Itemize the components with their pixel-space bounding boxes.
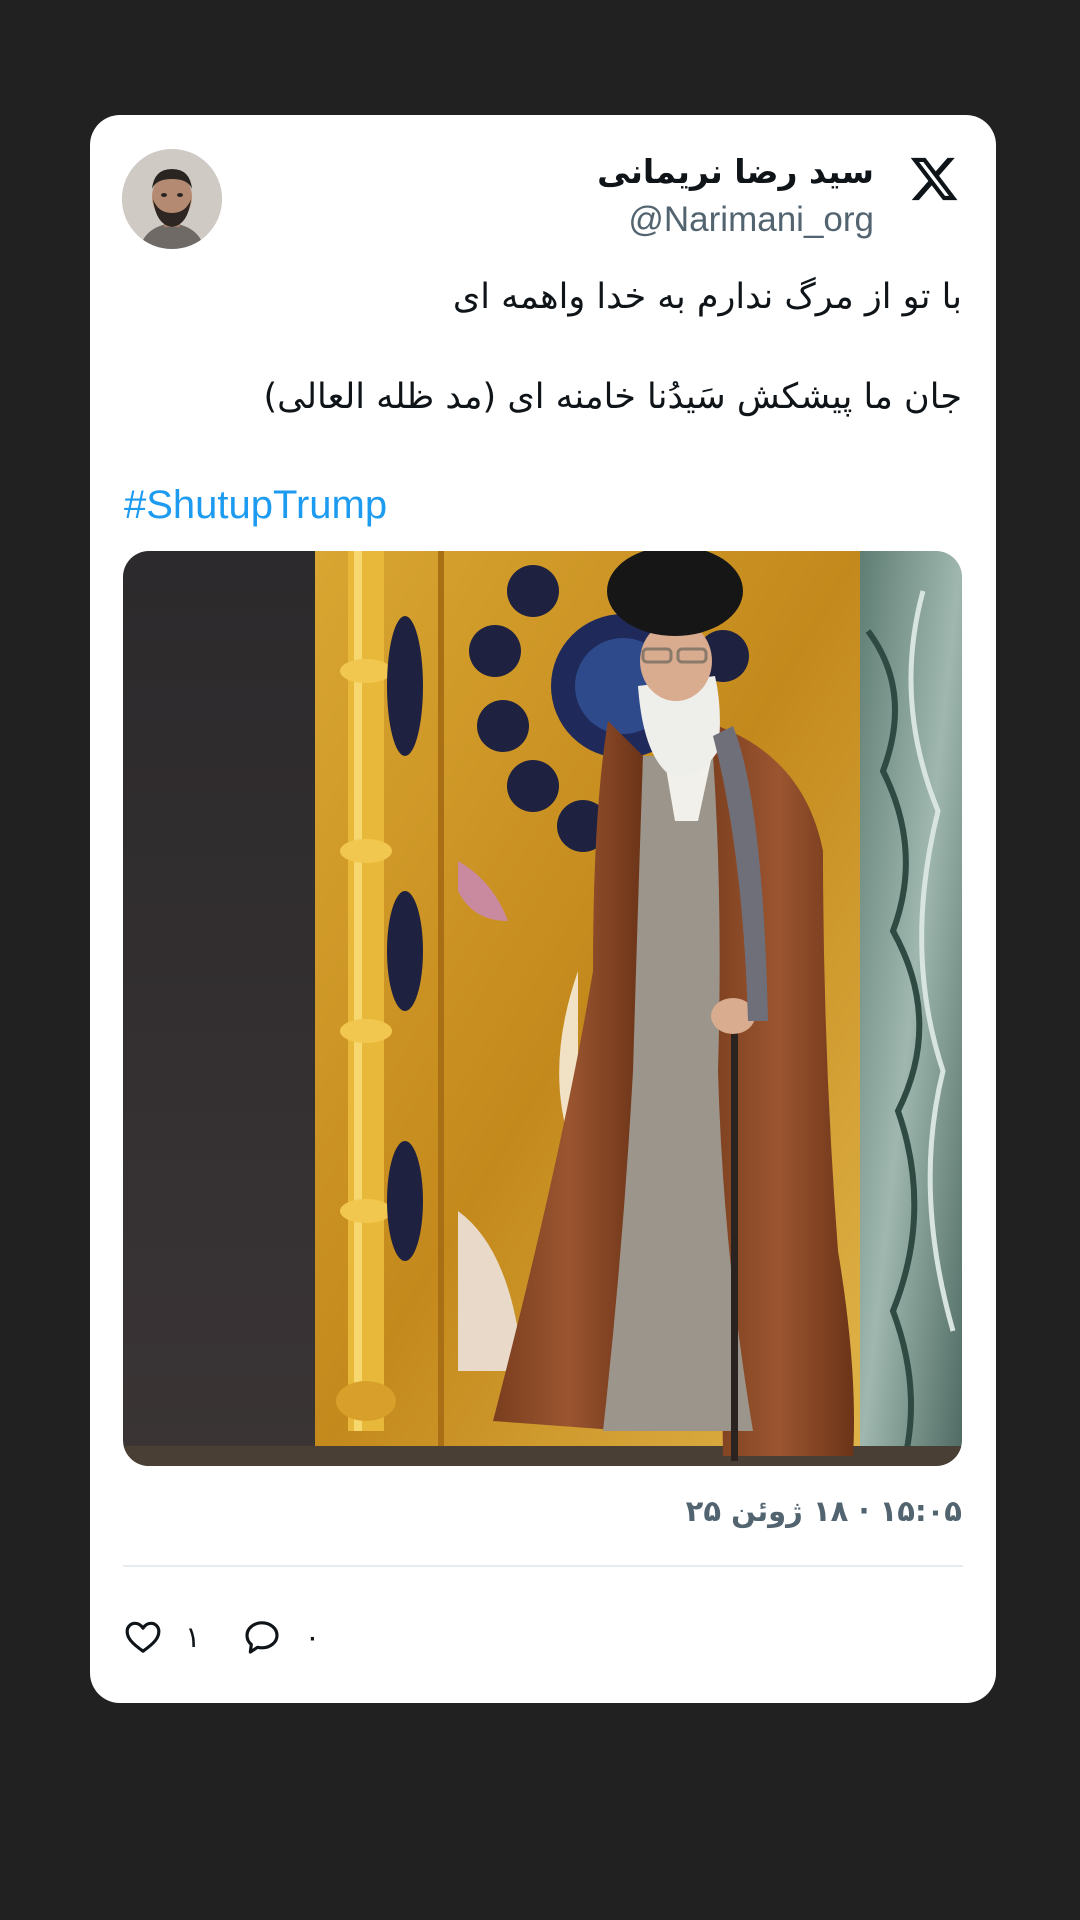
hashtag-link[interactable]: #ShutupTrump [124, 480, 387, 530]
tweet-card: سید رضا نریمانی @Narimani_org با تو از م… [90, 115, 996, 1703]
tweet-timestamp[interactable]: ۱۵:۰۵ · ۱۸ ژوئن ۲۵ [686, 1491, 962, 1531]
tweet-author[interactable]: سید رضا نریمانی @Narimani_org [597, 149, 874, 243]
x-logo-icon[interactable] [908, 153, 960, 205]
media-photo [123, 551, 962, 1466]
avatar[interactable] [122, 149, 222, 249]
tweet-text-line: جان ما پیشکش سَیدُنا خامنه ای (مد ظله ال… [263, 377, 962, 417]
tweet-media-image[interactable] [123, 551, 962, 1466]
heart-icon [125, 1621, 161, 1653]
author-name[interactable]: سید رضا نریمانی [597, 149, 874, 195]
author-handle[interactable]: @Narimani_org [597, 197, 874, 243]
avatar-photo [122, 149, 222, 249]
reply-bubble-icon [244, 1621, 279, 1654]
tweet-actions: ۱ ۰ [123, 1612, 360, 1662]
tweet-text-line: با تو از مرگ ندارم به خدا واهمه ای [452, 277, 962, 317]
reply-count: ۰ [304, 1620, 321, 1654]
reply-button[interactable]: ۰ [241, 1617, 321, 1657]
tweet-text: با تو از مرگ ندارم به خدا واهمه ای جان م… [124, 270, 962, 424]
like-count: ۱ [185, 1620, 201, 1654]
like-button[interactable]: ۱ [123, 1617, 201, 1657]
divider [123, 1565, 963, 1567]
